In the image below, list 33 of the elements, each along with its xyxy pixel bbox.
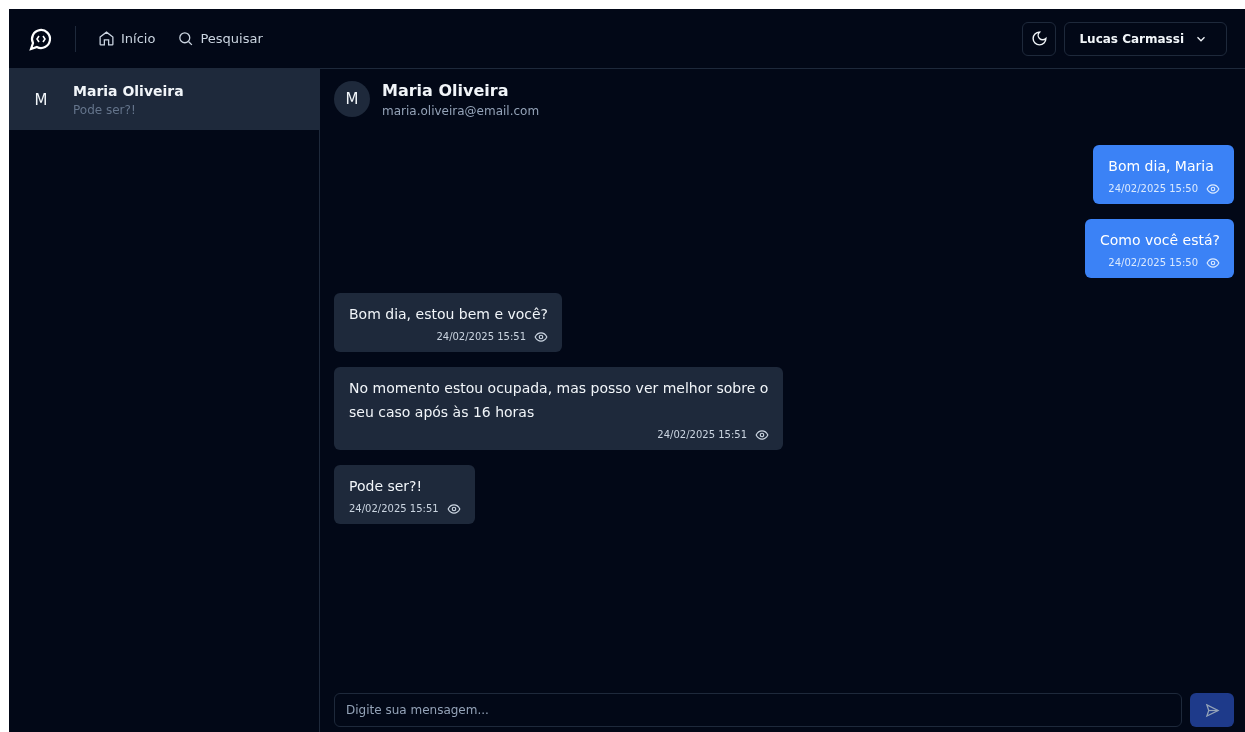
message-time: 24/02/2025 15:51 (436, 330, 527, 344)
search-icon (177, 30, 195, 47)
eye-icon (1206, 182, 1220, 196)
message-time: 24/02/2025 15:50 (1108, 182, 1198, 196)
home-icon (98, 30, 115, 47)
eye-icon (446, 502, 461, 516)
eye-icon (755, 428, 769, 442)
eye-icon (534, 330, 549, 344)
message-input[interactable]: Digite sua mensagem... (334, 693, 1182, 727)
message-time: 24/02/2025 15:51 (349, 502, 439, 516)
send-button[interactable] (1190, 693, 1234, 727)
eye-icon (1206, 256, 1220, 270)
contact-name: Maria Oliveira (73, 82, 184, 99)
message-text: Bom dia, Maria (1108, 157, 1215, 176)
theme-toggle-button[interactable] (1022, 21, 1057, 56)
message-time: 24/02/2025 15:51 (657, 428, 747, 442)
message-text: Pode ser?! (349, 477, 424, 496)
avatar: M (33, 89, 49, 111)
message-text: Como você está? (1100, 231, 1220, 250)
contact-email: maria.oliveira@email.com (382, 104, 540, 118)
nav-link[interactable]: Pesquisar (177, 30, 263, 47)
conversation-item[interactable]: M Maria Oliveira Pode ser?! (9, 69, 319, 130)
avatar: M (334, 81, 370, 117)
message-time: 24/02/2025 15:50 (1108, 256, 1198, 270)
chat-logo-icon[interactable] (29, 26, 53, 51)
message-preview: Pode ser?! (73, 102, 137, 117)
message-text: No momento estou ocupada, mas posso ver melhor sobre o seu caso após às 16 horas (349, 379, 769, 422)
user-menu-button[interactable]: Lucas Carmassi (1064, 21, 1227, 56)
send-icon (1204, 702, 1220, 718)
nav-link[interactable]: Início (98, 30, 156, 47)
contact-name: Maria Oliveira (382, 81, 510, 100)
moon-icon (1030, 30, 1048, 47)
message-text: Bom dia, estou bem e você? (349, 305, 549, 324)
